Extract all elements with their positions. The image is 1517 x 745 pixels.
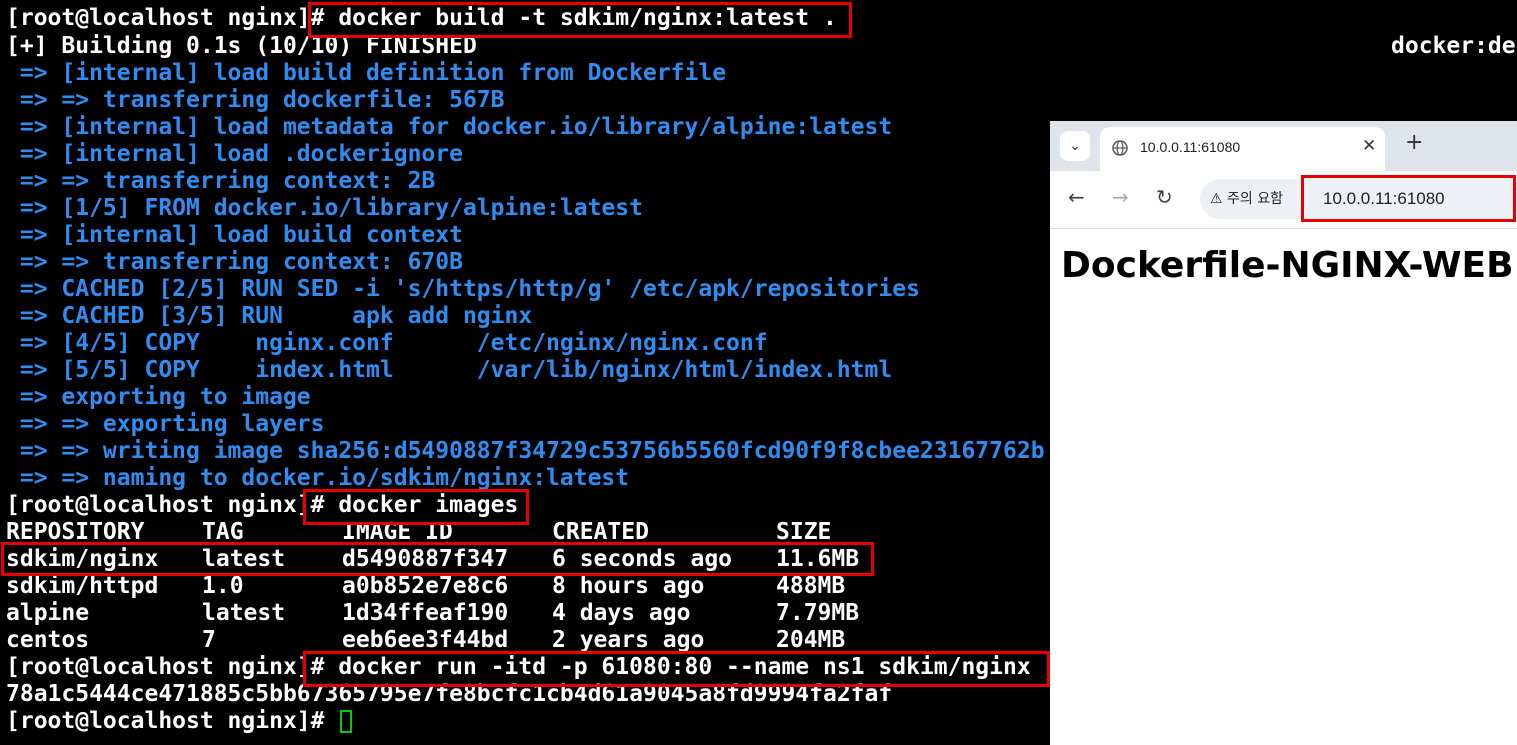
container-id-output: 78a1c5444ce471885c5bb67365795e7fe8bcfc1c… [6,681,893,707]
reload-icon[interactable]: ↻ [1156,185,1173,209]
build-step: => => naming to docker.io/sdkim/nginx:la… [6,465,630,491]
address-bar[interactable]: ⚠ 주의 요함 10.0.0.11:61080 [1200,179,1517,219]
build-step: => CACHED [2/5] RUN SED -i 's/https/http… [6,276,920,302]
build-command: # docker build -t sdkim/nginx:latest . [310,5,837,31]
created-cell: 2 years ago [552,627,705,653]
build-step: => => transferring context: 670B [6,249,463,275]
build-command-line: [root@localhost nginx]# docker build -t … [6,5,837,32]
tag-cell: latest [202,546,286,572]
table-row: centos 7 eeb6ee3f44bd 2 years ago 204MB [0,627,900,654]
url-text[interactable]: 10.0.0.11:61080 [1323,189,1445,209]
build-step: => [5/5] COPY index.html /var/lib/nginx/… [6,357,893,383]
build-step: => exporting to image [6,384,311,410]
tab-title: 10.0.0.11:61080 [1140,139,1241,155]
table-row: sdkim/httpd 1.0 a0b852e7e8c6 8 hours ago… [0,573,900,600]
close-icon[interactable]: ✕ [1362,136,1376,156]
size-cell: 204MB [776,627,846,653]
repository-cell: sdkim/nginx [6,546,159,572]
shell-prompt: [root@localhost nginx]# [6,708,325,734]
build-step: => CACHED [3/5] RUN apk add nginx [6,303,533,329]
size-cell: 488MB [776,573,846,599]
build-step: => => writing image sha256:d5490887f3472… [6,438,1045,464]
docker-context-label: docker:de [1391,33,1516,59]
build-step: => [internal] load .dockerignore [6,141,463,167]
build-step: => => transferring dockerfile: 567B [6,87,505,113]
image-id-cell: d5490887f347 [342,546,509,572]
build-step: => => transferring context: 2B [6,168,436,194]
created-cell: 6 seconds ago [552,546,733,572]
table-row: sdkim/nginx latest d5490887f347 6 second… [0,546,900,573]
security-label: 주의 요함 [1227,191,1283,207]
column-header-tag: TAG [202,519,244,545]
back-icon[interactable]: ← [1068,185,1085,209]
repository-cell: centos [6,627,90,653]
forward-icon[interactable]: → [1112,185,1129,209]
images-command-line: [root@localhost nginx]# docker images [6,492,518,519]
build-step: => [1/5] FROM docker.io/library/alpine:l… [6,195,643,221]
image-id-cell: eeb6ee3f44bd [342,627,509,653]
tag-cell: latest [202,600,286,626]
build-step: => [4/5] COPY nginx.conf /etc/nginx/ngin… [6,330,768,356]
shell-prompt: [root@localhost nginx] [6,5,311,31]
tag-cell: 7 [202,627,216,653]
shell-prompt: [root@localhost nginx] [6,492,311,518]
browser-toolbar: ← → ↻ ⚠ 주의 요함 10.0.0.11:61080 [1050,171,1517,229]
column-header-size: SIZE [776,519,832,545]
build-step: => [internal] load build definition from… [6,60,727,86]
repository-cell: alpine [6,600,90,626]
tab-active[interactable]: 10.0.0.11:61080 ✕ [1100,127,1385,171]
shell-prompt: [root@localhost nginx] [6,654,311,680]
build-step: => [internal] load metadata for docker.i… [6,114,893,140]
tab-list-icon[interactable]: ⌄ [1060,131,1090,161]
column-header-repository: REPOSITORY [6,519,145,545]
plus-icon[interactable]: + [1405,130,1423,155]
run-command-line: [root@localhost nginx]# docker run -itd … [6,654,1031,681]
repository-cell: sdkim/httpd [6,573,159,599]
column-header-image-id: IMAGE ID [342,519,453,545]
terminal-cursor [340,710,353,733]
current-prompt-line[interactable]: [root@localhost nginx]# [6,708,353,735]
column-header-created: CREATED [552,519,649,545]
size-cell: 11.6MB [776,546,860,572]
browser-window: ⌄ 10.0.0.11:61080 ✕ + ← → ↻ ⚠ 주의 요함 10.0… [1050,121,1517,745]
table-row: alpine latest 1d34ffeaf190 4 days ago 7.… [0,600,900,627]
images-table-header: REPOSITORY TAG IMAGE ID CREATED SIZE [0,519,900,546]
warning-icon: ⚠ [1210,191,1223,207]
created-cell: 8 hours ago [552,573,705,599]
tag-cell: 1.0 [202,573,244,599]
globe-icon [1112,140,1128,156]
build-step: => [internal] load build context [6,222,463,248]
security-indicator[interactable]: ⚠ 주의 요함 [1210,187,1283,211]
created-cell: 4 days ago [552,600,691,626]
page-heading: Dockerfile-NGINX-WEB [1061,245,1514,286]
run-command: # docker run -itd -p 61080:80 --name ns1… [310,654,1031,680]
tab-bar: ⌄ 10.0.0.11:61080 ✕ + [1050,121,1517,171]
building-status: [+] Building 0.1s (10/10) FINISHED [6,33,477,59]
images-command: # docker images [310,492,519,518]
size-cell: 7.79MB [776,600,860,626]
build-step: => => exporting layers [6,411,325,437]
image-id-cell: a0b852e7e8c6 [342,573,509,599]
image-id-cell: 1d34ffeaf190 [342,600,509,626]
